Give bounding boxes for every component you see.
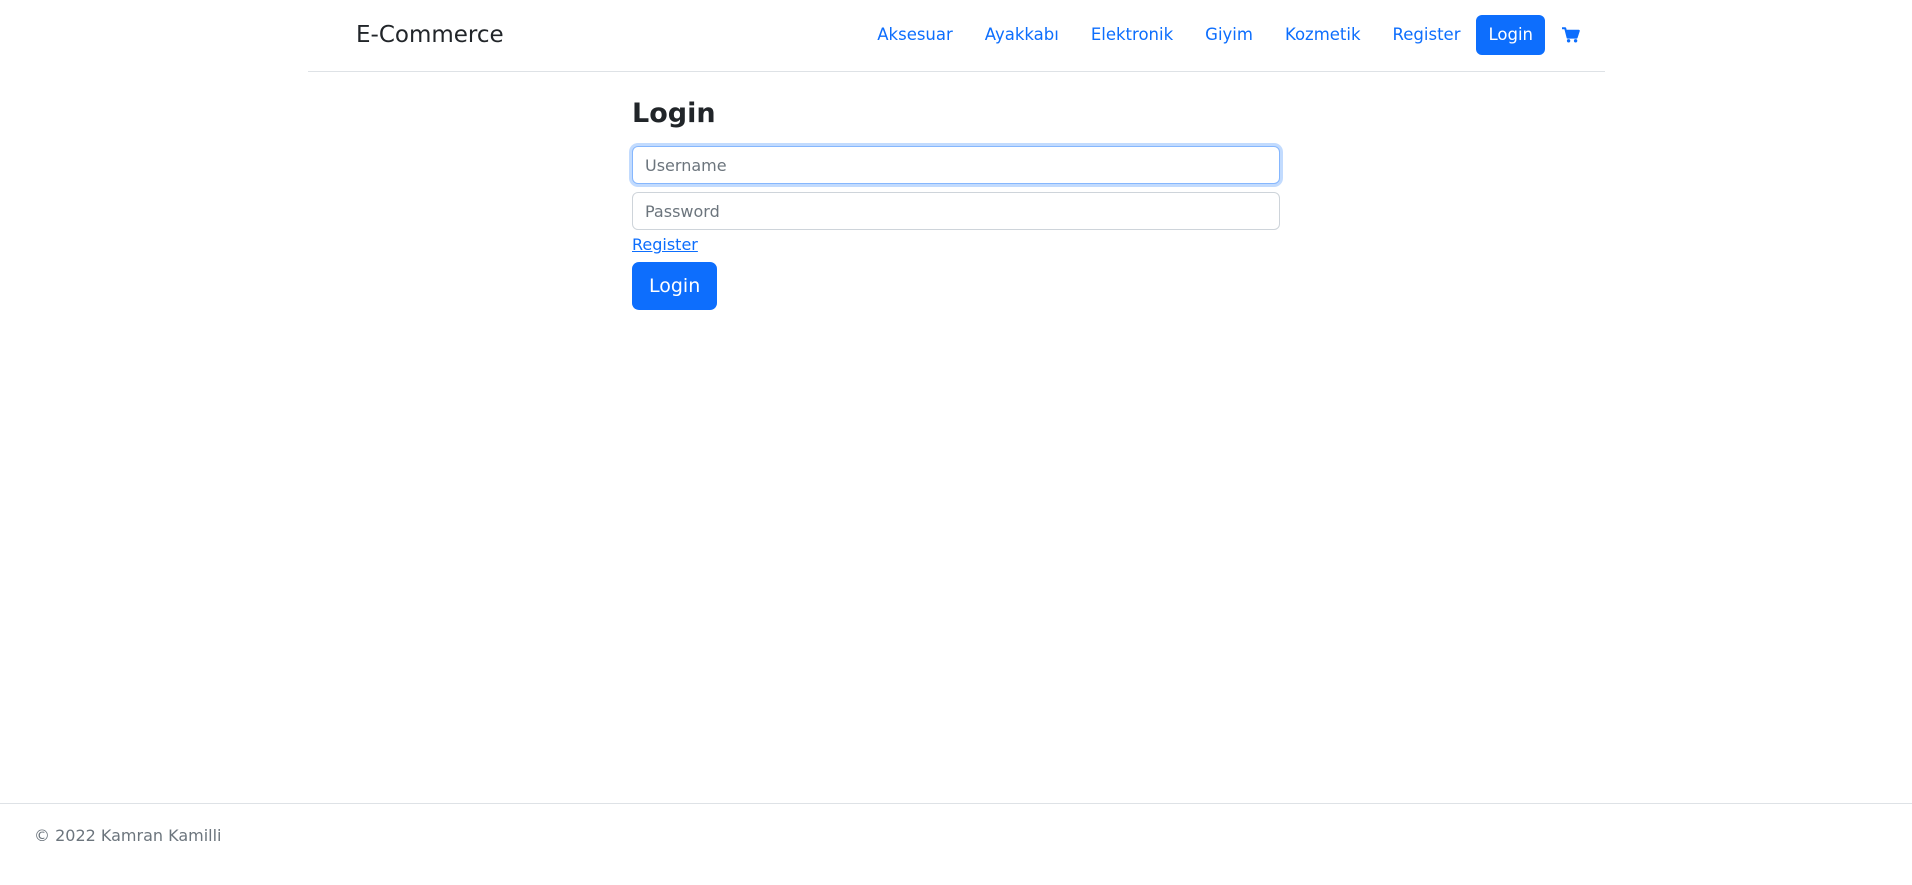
nav-login-button[interactable]: Login xyxy=(1476,15,1545,55)
nav-link-register[interactable]: Register xyxy=(1377,15,1477,55)
password-input[interactable] xyxy=(632,192,1280,230)
nav-link-kozmetik[interactable]: Kozmetik xyxy=(1269,15,1377,55)
register-link[interactable]: Register xyxy=(632,234,698,256)
page: E-Commerce Aksesuar Ayakkabı Elektronik … xyxy=(0,0,1912,885)
nav-links: Aksesuar Ayakkabı Elektronik Giyim Kozme… xyxy=(861,15,1605,55)
page-title: Login xyxy=(632,98,716,129)
nav-link-aksesuar[interactable]: Aksesuar xyxy=(861,15,969,55)
login-submit-button[interactable]: Login xyxy=(632,262,718,310)
shopping-cart-icon[interactable] xyxy=(1551,15,1591,55)
nav-link-giyim[interactable]: Giyim xyxy=(1189,15,1269,55)
login-form: Login Register Login xyxy=(632,94,1280,310)
username-input[interactable] xyxy=(632,146,1280,184)
footer: © 2022 Kamran Kamilli xyxy=(0,803,1912,885)
nav-link-elektronik[interactable]: Elektronik xyxy=(1075,15,1189,55)
top-navbar: E-Commerce Aksesuar Ayakkabı Elektronik … xyxy=(308,0,1605,72)
brand-link[interactable]: E-Commerce xyxy=(356,20,504,50)
nav-link-ayakkabi[interactable]: Ayakkabı xyxy=(969,15,1075,55)
copyright-text: © 2022 Kamran Kamilli xyxy=(34,826,222,845)
